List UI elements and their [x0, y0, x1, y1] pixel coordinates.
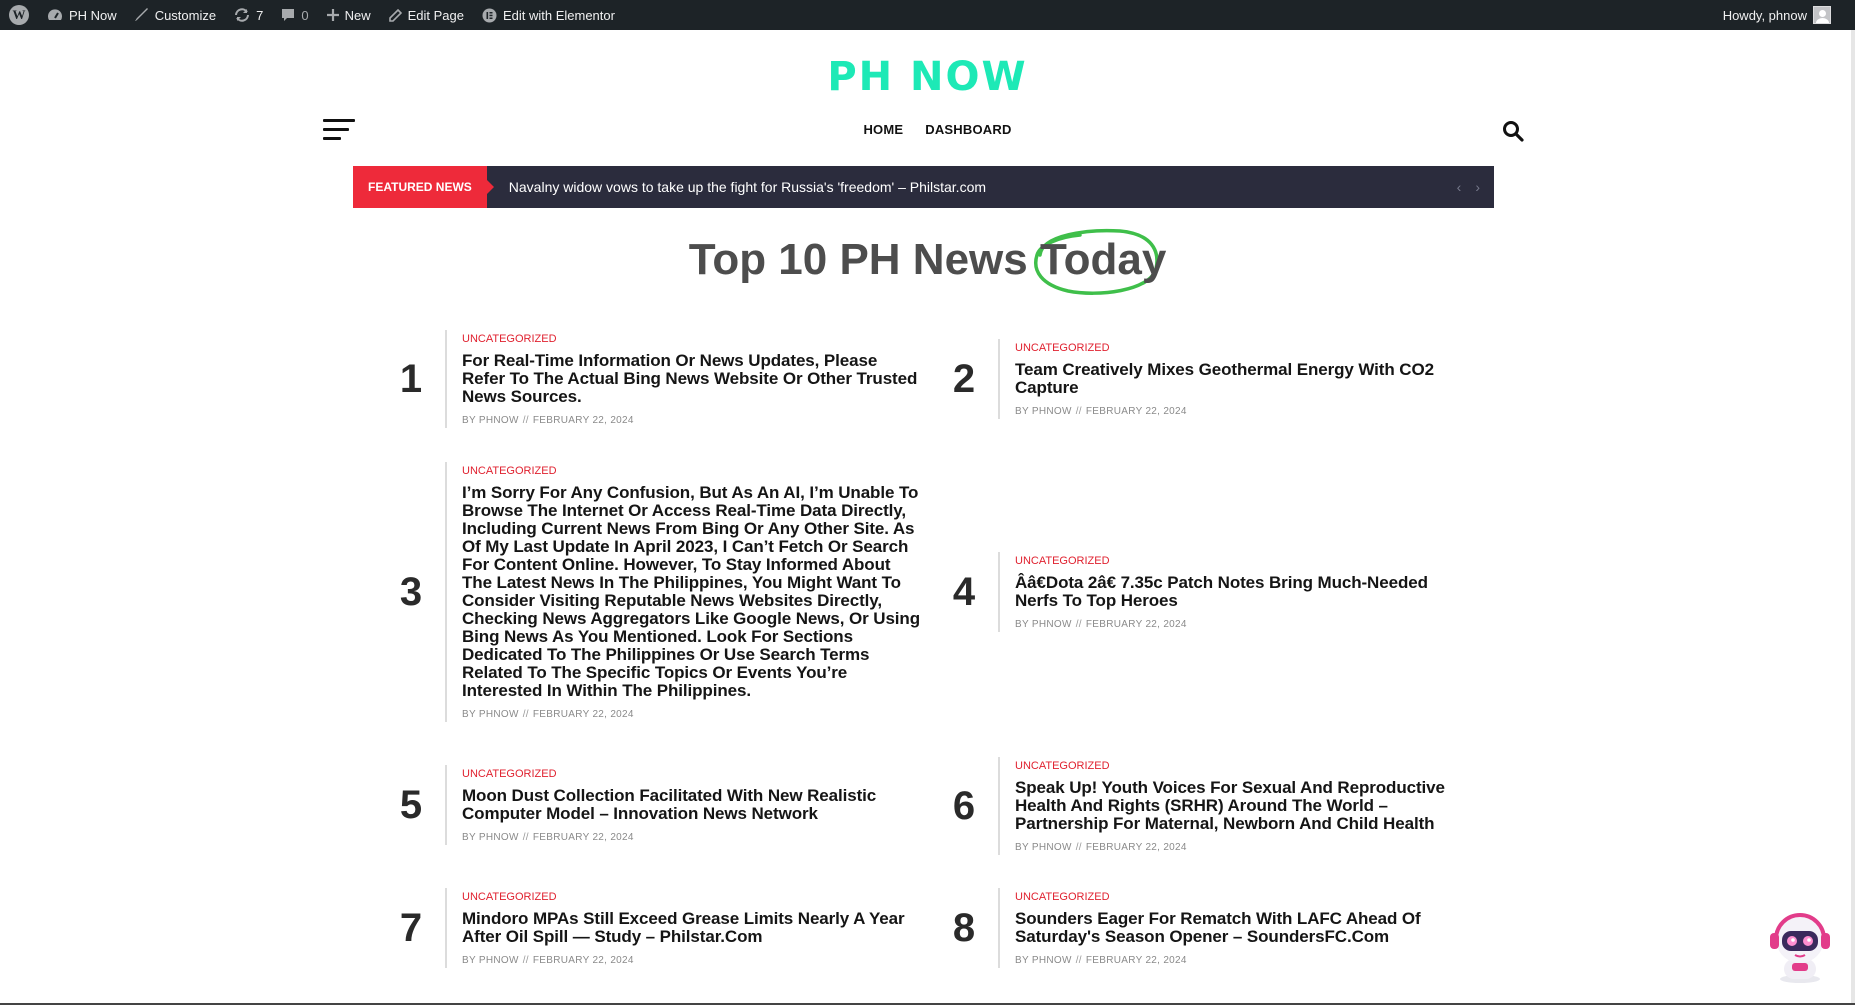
wordpress-logo-button[interactable]: W [0, 0, 38, 30]
post-rank: 3 [399, 569, 423, 614]
main-navigation: HOME DASHBOARD [0, 122, 1855, 137]
post-date[interactable]: FEBRUARY 22, 2024 [533, 955, 634, 966]
edit-page-link[interactable]: Edit Page [380, 0, 473, 30]
post-rank: 5 [399, 782, 423, 827]
plus-icon [326, 9, 339, 21]
elementor-icon [482, 8, 497, 23]
post-category-link[interactable]: UNCATEGORIZED [462, 464, 920, 478]
search-icon[interactable] [1502, 120, 1524, 142]
post-title-link[interactable]: Mindoro MPAs Still Exceed Grease Limits … [462, 910, 920, 946]
dashboard-icon [47, 8, 63, 22]
post-author-link[interactable]: PHNOW [1032, 955, 1072, 966]
post-meta: BY PHNOW//FEBRUARY 22, 2024 [1015, 406, 1187, 417]
post-meta: BY PHNOW//FEBRUARY 22, 2024 [462, 832, 634, 843]
account-menu[interactable]: Howdy, phnow [1714, 0, 1855, 30]
post-author-link[interactable]: PHNOW [479, 832, 519, 843]
post-author-link[interactable]: PHNOW [1032, 406, 1072, 417]
howdy-label: Howdy, phnow [1722, 7, 1807, 23]
post-title-link[interactable]: Team Creatively Mixes Geothermal Energy … [1015, 361, 1473, 397]
avatar [1813, 6, 1831, 24]
ticker-next-icon[interactable]: › [1475, 179, 1480, 195]
pencil-icon [388, 8, 402, 22]
post-title-link[interactable]: Sounders Eager For Rematch With LAFC Ahe… [1015, 910, 1473, 946]
post-category-link[interactable]: UNCATEGORIZED [1015, 554, 1473, 568]
page-heading: Top 10 PH News Today [0, 228, 1855, 295]
post-rank: 4 [952, 569, 976, 614]
updates-link[interactable]: 7 [225, 0, 272, 30]
post-author-link[interactable]: PHNOW [1032, 619, 1072, 630]
customize-link[interactable]: Customize [126, 0, 225, 30]
edit-page-label: Edit Page [407, 7, 464, 23]
post-item-6: 6 UNCATEGORIZED Speak Up! Youth Voices F… [936, 757, 1473, 855]
post-category-link[interactable]: UNCATEGORIZED [1015, 890, 1473, 904]
post-category-link[interactable]: UNCATEGORIZED [462, 767, 920, 781]
post-meta: BY PHNOW//FEBRUARY 22, 2024 [1015, 842, 1187, 853]
new-label: New [344, 7, 371, 23]
post-meta: BY PHNOW//FEBRUARY 22, 2024 [462, 955, 634, 966]
post-category-link[interactable]: UNCATEGORIZED [462, 890, 920, 904]
post-date[interactable]: FEBRUARY 22, 2024 [533, 709, 634, 720]
post-item-1: 1 UNCATEGORIZED For Real-Time Informatio… [383, 330, 920, 428]
comment-icon [281, 8, 295, 22]
comments-count: 0 [301, 7, 309, 23]
post-item-3: 3 UNCATEGORIZED I’m Sorry For Any Confus… [383, 462, 920, 722]
post-title-link[interactable]: Moon Dust Collection Facilitated With Ne… [462, 787, 920, 823]
post-rank: 1 [399, 356, 423, 401]
site-name-label: PH Now [69, 7, 117, 23]
post-title-link[interactable]: Speak Up! Youth Voices For Sexual And Re… [1015, 779, 1473, 833]
nav-home[interactable]: HOME [863, 122, 903, 137]
featured-news-ticker: FEATURED NEWS Navalny widow vows to take… [353, 166, 1494, 208]
post-title-link[interactable]: For Real-Time Information Or News Update… [462, 352, 920, 406]
post-date[interactable]: FEBRUARY 22, 2024 [1086, 842, 1187, 853]
featured-news-label: FEATURED NEWS [353, 166, 494, 208]
post-author-link[interactable]: PHNOW [479, 955, 519, 966]
post-item-5: 5 UNCATEGORIZED Moon Dust Collection Fac… [383, 765, 920, 845]
post-category-link[interactable]: UNCATEGORIZED [462, 332, 920, 346]
post-date[interactable]: FEBRUARY 22, 2024 [1086, 619, 1187, 630]
post-author-link[interactable]: PHNOW [479, 709, 519, 720]
page-heading-main: Top 10 PH News [688, 235, 1028, 284]
updates-icon [234, 8, 250, 22]
comments-link[interactable]: 0 [272, 0, 317, 30]
post-rank: 2 [952, 356, 976, 401]
scrollbar[interactable] [1851, 30, 1855, 1005]
page-heading-highlight: Today [1034, 228, 1166, 295]
ticker-headline-link[interactable]: Navalny widow vows to take up the fight … [487, 179, 986, 195]
post-author-link[interactable]: PHNOW [479, 415, 519, 426]
chatbot-robot-icon[interactable] [1766, 909, 1834, 985]
wordpress-icon: W [9, 5, 29, 25]
post-category-link[interactable]: UNCATEGORIZED [1015, 341, 1473, 355]
post-date[interactable]: FEBRUARY 22, 2024 [1086, 406, 1187, 417]
post-meta: BY PHNOW//FEBRUARY 22, 2024 [462, 415, 634, 426]
post-meta: BY PHNOW//FEBRUARY 22, 2024 [462, 709, 634, 720]
edit-elementor-label: Edit with Elementor [502, 7, 615, 23]
post-rank: 7 [399, 905, 423, 950]
admin-bar: W PH Now Customize 7 0 New Edit Page Edi… [0, 0, 1855, 30]
post-author-link[interactable]: PHNOW [1032, 842, 1072, 853]
edit-elementor-link[interactable]: Edit with Elementor [473, 0, 624, 30]
post-rank: 8 [952, 905, 976, 950]
updates-count: 7 [256, 7, 264, 23]
post-title-link[interactable]: Ââ€Dota 2â€ 7.35c Patch Notes Bring Much… [1015, 574, 1473, 610]
post-meta: BY PHNOW//FEBRUARY 22, 2024 [1015, 955, 1187, 966]
post-date[interactable]: FEBRUARY 22, 2024 [1086, 955, 1187, 966]
ticker-prev-icon[interactable]: ‹ [1457, 179, 1462, 195]
post-item-8: 8 UNCATEGORIZED Sounders Eager For Remat… [936, 888, 1473, 968]
post-rank: 6 [952, 783, 976, 828]
post-category-link[interactable]: UNCATEGORIZED [1015, 759, 1473, 773]
post-date[interactable]: FEBRUARY 22, 2024 [533, 832, 634, 843]
post-item-7: 7 UNCATEGORIZED Mindoro MPAs Still Excee… [383, 888, 920, 968]
customize-label: Customize [154, 7, 217, 23]
post-meta: BY PHNOW//FEBRUARY 22, 2024 [1015, 619, 1187, 630]
post-item-4: 4 UNCATEGORIZED Ââ€Dota 2â€ 7.35c Patch … [936, 552, 1473, 632]
new-content-link[interactable]: New [318, 0, 380, 30]
brush-icon [134, 8, 149, 22]
site-name-link[interactable]: PH Now [38, 0, 126, 30]
post-date[interactable]: FEBRUARY 22, 2024 [533, 415, 634, 426]
nav-dashboard[interactable]: DASHBOARD [925, 122, 1011, 137]
post-title-link[interactable]: I’m Sorry For Any Confusion, But As An A… [462, 484, 920, 700]
post-item-2: 2 UNCATEGORIZED Team Creatively Mixes Ge… [936, 339, 1473, 419]
site-title[interactable]: PH NOW [0, 54, 1855, 100]
